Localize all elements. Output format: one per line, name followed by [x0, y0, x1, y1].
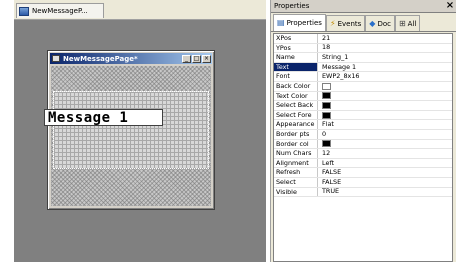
- tab-label: All: [407, 19, 417, 28]
- property-name: Appearance: [274, 120, 318, 129]
- dialog-window[interactable]: NewMessagePage* _ □ ×: [47, 50, 215, 210]
- property-row-font[interactable]: Font EWP2_8x16: [274, 72, 452, 82]
- property-row-text[interactable]: Text Message 1: [274, 62, 452, 73]
- property-value[interactable]: Message 1: [318, 63, 452, 72]
- color-swatch[interactable]: [322, 82, 331, 90]
- property-row-border-pts[interactable]: Border pts 0: [274, 129, 452, 140]
- tab-label: Doc: [377, 19, 391, 28]
- maximize-button[interactable]: □: [192, 54, 201, 63]
- property-row-alignment[interactable]: Alignment Left: [274, 158, 452, 169]
- properties-panel: Properties × ▤ Properties ⚡ Events ◆ Doc…: [270, 0, 456, 262]
- color-swatch[interactable]: [322, 101, 331, 109]
- window-icon: [52, 55, 60, 62]
- property-row-ypos[interactable]: YPos 18: [274, 43, 452, 54]
- message-text: Message 1: [48, 109, 129, 126]
- property-row-border-col[interactable]: Border col: [274, 139, 452, 150]
- property-name: Back Color: [274, 81, 318, 91]
- property-name: Num Chars: [274, 149, 318, 158]
- property-name: Refresh: [274, 168, 318, 177]
- document-tab-label: NewMessageP...: [32, 7, 88, 15]
- color-swatch[interactable]: [322, 111, 331, 119]
- page-icon: [19, 6, 29, 16]
- property-row-visible[interactable]: Visible TRUE: [274, 187, 452, 198]
- property-row-select-fore[interactable]: Select Fore: [274, 110, 452, 121]
- design-canvas[interactable]: NewMessagePage* _ □ × Message 1: [14, 20, 266, 262]
- property-value[interactable]: [318, 140, 452, 149]
- properties-icon: ▤: [277, 18, 285, 27]
- property-name: Text Color: [274, 91, 318, 101]
- property-value[interactable]: Flat: [318, 120, 452, 129]
- property-value[interactable]: [318, 92, 452, 101]
- property-grid: XPos 21 YPos 18 Name String_1 Text Messa…: [273, 33, 453, 262]
- document-tab[interactable]: NewMessageP...: [16, 3, 104, 18]
- property-row-back-color[interactable]: Back Color: [274, 81, 452, 92]
- color-swatch[interactable]: [322, 140, 331, 148]
- message-string-control[interactable]: Message 1: [44, 109, 163, 126]
- property-row-refresh[interactable]: Refresh FALSE: [274, 168, 452, 178]
- close-button[interactable]: ×: [202, 54, 211, 63]
- property-row-xpos[interactable]: XPos 21: [274, 34, 452, 44]
- property-row-appearance[interactable]: Appearance Flat: [274, 120, 452, 130]
- property-name: Text: [274, 62, 318, 72]
- property-name: Select Back: [274, 101, 318, 110]
- property-name: Select Fore: [274, 110, 318, 120]
- property-name: Name: [274, 53, 318, 62]
- property-row-num-chars[interactable]: Num Chars 12: [274, 149, 452, 159]
- tab-events[interactable]: ⚡ Events: [325, 15, 366, 31]
- property-name: Font: [274, 72, 318, 81]
- dialog-client-area[interactable]: [51, 66, 211, 206]
- property-value[interactable]: Left: [318, 159, 452, 168]
- properties-title: Properties: [274, 2, 310, 10]
- property-name: Visible: [274, 187, 318, 197]
- tab-label: Events: [337, 19, 362, 28]
- property-value[interactable]: 0: [318, 130, 452, 139]
- property-row-name[interactable]: Name String_1: [274, 53, 452, 63]
- property-value[interactable]: TRUE: [318, 188, 452, 197]
- minimize-button[interactable]: _: [182, 54, 191, 63]
- property-row-text-color[interactable]: Text Color: [274, 91, 452, 102]
- property-value[interactable]: 18: [318, 44, 452, 53]
- events-icon: ⚡: [329, 18, 336, 28]
- property-value[interactable]: [318, 82, 452, 91]
- property-value[interactable]: String_1: [318, 53, 452, 62]
- property-value[interactable]: FALSE: [318, 168, 452, 177]
- property-name: Border pts: [274, 129, 318, 139]
- color-swatch[interactable]: [322, 92, 331, 100]
- property-value[interactable]: 12: [318, 149, 452, 158]
- tab-label: Properties: [286, 19, 322, 27]
- property-name: Select: [274, 177, 318, 187]
- tab-all[interactable]: ⊞ All: [394, 15, 421, 31]
- property-name: Border col: [274, 139, 318, 149]
- close-icon[interactable]: ×: [445, 1, 455, 11]
- dialog-titlebar[interactable]: NewMessagePage* _ □ ×: [50, 53, 212, 64]
- doc-icon: ◆: [369, 18, 376, 28]
- property-name: Alignment: [274, 158, 318, 168]
- property-value[interactable]: [318, 101, 452, 110]
- dialog-title: NewMessagePage*: [63, 54, 138, 63]
- property-name: YPos: [274, 43, 318, 53]
- all-icon: ⊞: [398, 18, 406, 28]
- property-value[interactable]: [318, 111, 452, 120]
- properties-titlebar: Properties ×: [271, 0, 456, 13]
- tab-properties[interactable]: ▤ Properties: [273, 14, 326, 31]
- document-tab-bar: NewMessageP...: [14, 0, 266, 20]
- property-value[interactable]: EWP2_8x16: [318, 72, 452, 81]
- properties-tab-strip: ▤ Properties ⚡ Events ◆ Doc ⊞ All: [271, 14, 456, 32]
- property-value[interactable]: 21: [318, 34, 452, 43]
- property-name: XPos: [274, 34, 318, 43]
- designer-area: NewMessageP... NewMessagePage* _ □ × Mes…: [14, 0, 266, 262]
- tab-doc[interactable]: ◆ Doc: [365, 15, 395, 31]
- property-row-select-back[interactable]: Select Back: [274, 101, 452, 111]
- grid-panel[interactable]: [53, 91, 209, 169]
- property-value[interactable]: FALSE: [318, 178, 452, 187]
- property-row-select[interactable]: Select FALSE: [274, 177, 452, 188]
